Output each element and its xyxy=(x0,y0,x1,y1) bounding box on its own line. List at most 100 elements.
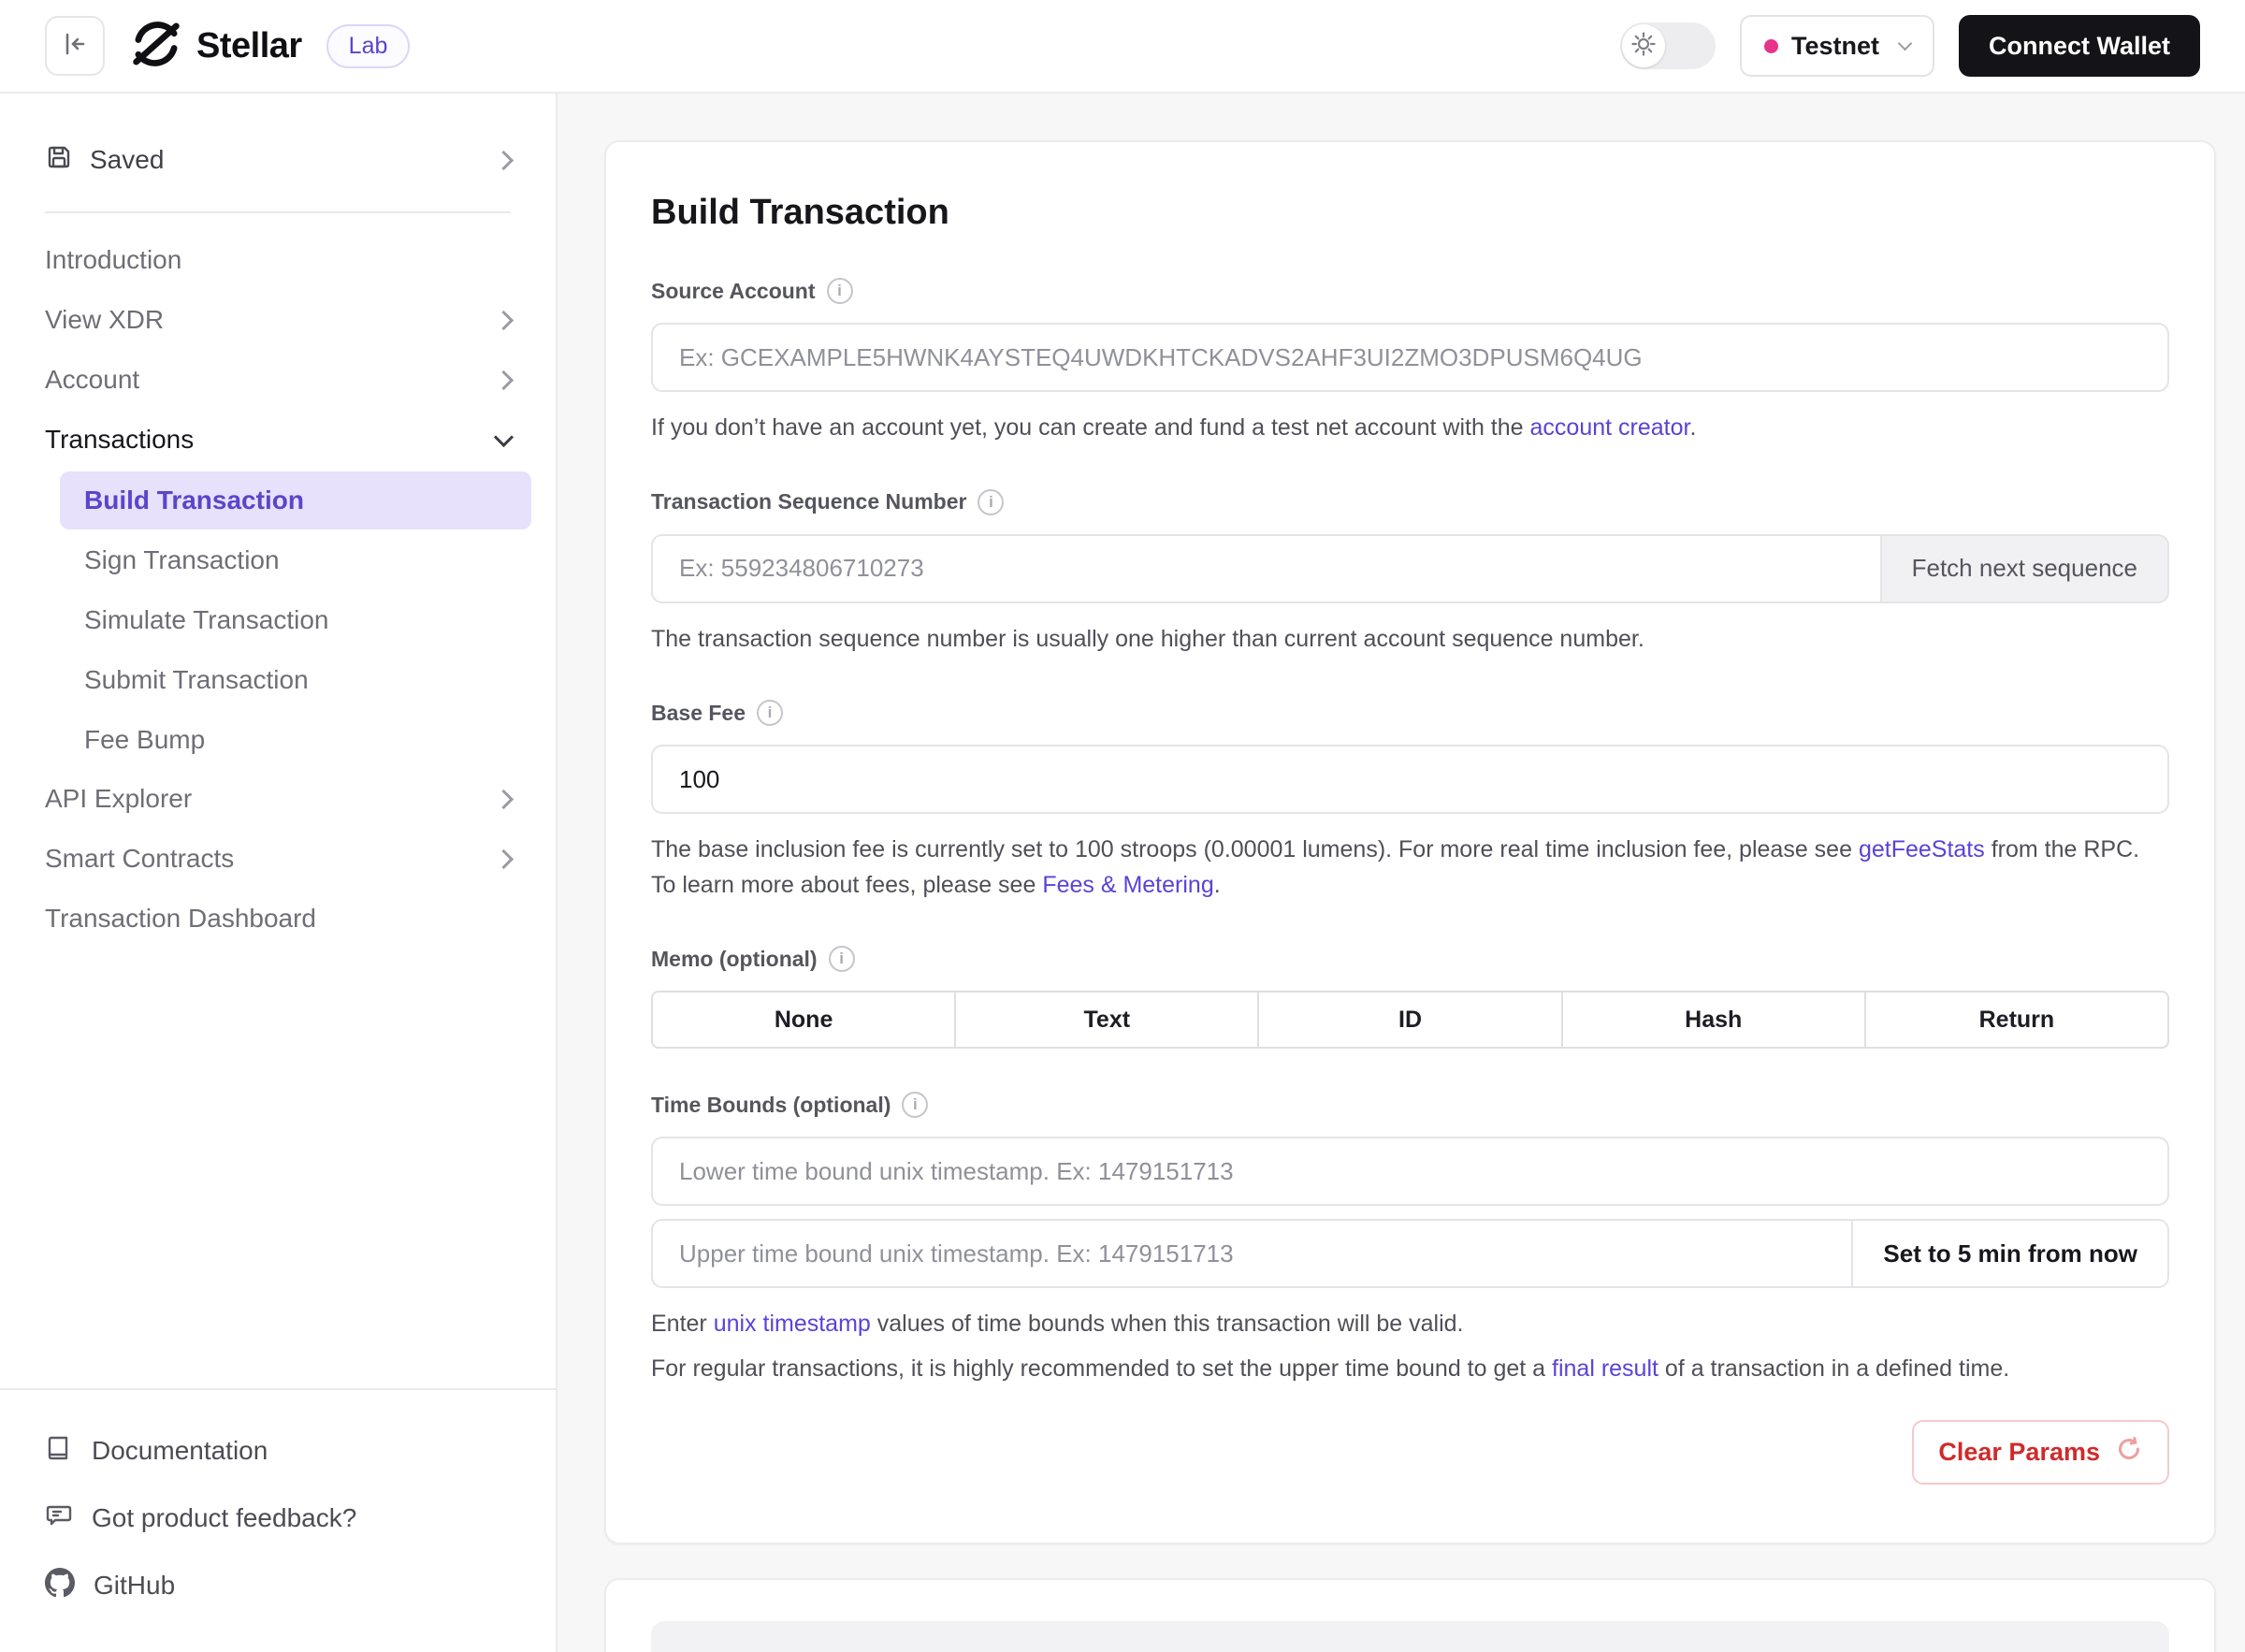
clear-params-label: Clear Params xyxy=(1938,1438,2100,1467)
time-bounds-helper-2: For regular transactions, it is highly r… xyxy=(651,1352,2169,1387)
info-icon[interactable]: i xyxy=(978,489,1004,515)
sidebar-item-label: View XDR xyxy=(45,305,497,335)
sidebar-item-build-transaction[interactable]: Build Transaction xyxy=(60,471,531,529)
base-fee-group: Base Fee i The base inclusion fee is cur… xyxy=(651,700,2169,903)
info-icon[interactable]: i xyxy=(829,946,855,972)
top-header: Stellar Lab Testnet Connect Wallet xyxy=(0,0,2245,94)
sidebar-item-smart-contracts[interactable]: Smart Contracts xyxy=(24,829,531,889)
brand-logo[interactable]: Stellar Lab xyxy=(131,19,410,74)
fetch-next-sequence-button[interactable]: Fetch next sequence xyxy=(1880,536,2167,601)
memo-tab-return[interactable]: Return xyxy=(1864,993,2167,1047)
collapse-sidebar-button[interactable] xyxy=(45,16,105,76)
info-icon[interactable]: i xyxy=(757,700,783,726)
base-fee-input[interactable] xyxy=(651,745,2169,814)
refresh-icon xyxy=(2115,1435,2143,1470)
header-right: Testnet Connect Wallet xyxy=(1620,15,2200,77)
helper-text: . xyxy=(1689,414,1696,441)
chevron-right-icon xyxy=(494,370,514,389)
sidebar-item-label: Saved xyxy=(90,145,480,175)
memo-label: Memo (optional) xyxy=(651,947,818,972)
chevron-right-icon xyxy=(494,789,514,808)
time-bounds-helper-1: Enter unix timestamp values of time boun… xyxy=(651,1307,2169,1342)
memo-tab-hash[interactable]: Hash xyxy=(1561,993,1864,1047)
helper-text: . xyxy=(1214,872,1221,898)
theme-knob xyxy=(1622,24,1665,67)
theme-toggle[interactable] xyxy=(1620,22,1716,69)
sidebar-item-label: Smart Contracts xyxy=(45,844,497,874)
sidebar-footer: Documentation Got product feedback? GitH… xyxy=(0,1388,556,1652)
helper-text: of a transaction in a defined time. xyxy=(1658,1355,2009,1382)
helper-text: The base inclusion fee is currently set … xyxy=(651,836,1859,862)
sidebar-item-transaction-dashboard[interactable]: Transaction Dashboard xyxy=(24,889,531,949)
memo-tab-id[interactable]: ID xyxy=(1257,993,1560,1047)
chevron-right-icon xyxy=(494,150,514,169)
sidebar-divider xyxy=(45,211,511,213)
main-panel: Build Transaction Source Account i If yo… xyxy=(558,94,2245,1652)
helper-text: Enter xyxy=(651,1311,714,1337)
unix-timestamp-link[interactable]: unix timestamp xyxy=(714,1311,871,1337)
helper-text: If you don’t have an account yet, you ca… xyxy=(651,414,1530,441)
network-selector[interactable]: Testnet xyxy=(1740,15,1934,77)
base-fee-helper: The base inclusion fee is currently set … xyxy=(651,833,2169,903)
sidebar-item-account[interactable]: Account xyxy=(24,350,531,410)
sidebar-item-introduction[interactable]: Introduction xyxy=(24,230,531,290)
memo-group: Memo (optional) i None Text ID Hash Retu… xyxy=(651,946,2169,1049)
info-icon[interactable]: i xyxy=(827,278,853,304)
build-transaction-card: Build Transaction Source Account i If yo… xyxy=(604,140,2216,1544)
network-label: Testnet xyxy=(1791,32,1879,61)
time-bounds-group: Time Bounds (optional) i Set to 5 min fr… xyxy=(651,1092,2169,1386)
lab-badge: Lab xyxy=(326,24,411,68)
sequence-input-combo: Fetch next sequence xyxy=(651,534,2169,603)
sidebar-item-api-explorer[interactable]: API Explorer xyxy=(24,769,531,829)
chevron-right-icon xyxy=(494,848,514,868)
sidebar-item-feedback[interactable]: Got product feedback? xyxy=(45,1489,511,1547)
chevron-down-icon xyxy=(1898,36,1913,51)
sidebar-item-github[interactable]: GitHub xyxy=(45,1557,511,1615)
sidebar-item-transactions[interactable]: Transactions xyxy=(24,410,531,470)
sidebar-item-sign-transaction[interactable]: Sign Transaction xyxy=(60,531,531,589)
base-fee-label: Base Fee xyxy=(651,701,746,726)
sidebar-item-fee-bump[interactable]: Fee Bump xyxy=(60,711,531,769)
fees-metering-link[interactable]: Fees & Metering xyxy=(1042,872,1213,898)
github-icon xyxy=(45,1568,75,1604)
header-left: Stellar Lab xyxy=(45,16,410,76)
connect-wallet-button[interactable]: Connect Wallet xyxy=(1959,15,2200,77)
source-account-input[interactable] xyxy=(651,323,2169,392)
clear-params-button[interactable]: Clear Params xyxy=(1912,1420,2169,1485)
memo-tab-text[interactable]: Text xyxy=(954,993,1257,1047)
sidebar-item-label: Build Transaction xyxy=(84,485,304,515)
helper-text: values of time bounds when this transact… xyxy=(871,1311,1464,1337)
sidebar-item-submit-transaction[interactable]: Submit Transaction xyxy=(60,651,531,709)
sidebar-item-view-xdr[interactable]: View XDR xyxy=(24,290,531,350)
info-icon[interactable]: i xyxy=(902,1092,928,1118)
sidebar-item-label: Got product feedback? xyxy=(92,1503,356,1533)
memo-type-tabs: None Text ID Hash Return xyxy=(651,991,2169,1049)
getfeestats-link[interactable]: getFeeStats xyxy=(1859,836,1985,862)
time-bounds-label: Time Bounds (optional) xyxy=(651,1093,891,1118)
account-creator-link[interactable]: account creator xyxy=(1530,414,1690,441)
book-icon xyxy=(45,1434,73,1469)
lower-time-bound-input[interactable] xyxy=(651,1137,2169,1206)
sidebar-item-label: GitHub xyxy=(94,1571,175,1601)
floppy-disk-icon xyxy=(45,143,73,178)
upper-time-bound-input[interactable] xyxy=(653,1221,1851,1286)
memo-tab-none[interactable]: None xyxy=(653,993,954,1047)
sun-icon xyxy=(1630,31,1657,62)
final-result-link[interactable]: final result xyxy=(1552,1355,1658,1382)
speech-bubble-icon xyxy=(45,1501,73,1536)
sidebar-item-saved[interactable]: Saved xyxy=(24,127,531,193)
sidebar-item-label: Transaction Dashboard xyxy=(45,904,511,934)
sidebar-nav: Saved Introduction View XDR Account Tran… xyxy=(0,94,556,949)
collapse-sidebar-icon xyxy=(61,30,89,63)
operations-card: Operation 0 Operation type i Select oper… xyxy=(604,1578,2216,1652)
sequence-label: Transaction Sequence Number xyxy=(651,489,966,514)
source-account-label: Source Account xyxy=(651,279,816,304)
sidebar-item-label: Documentation xyxy=(92,1436,268,1466)
sidebar-item-label: Sign Transaction xyxy=(84,545,280,575)
sequence-input[interactable] xyxy=(653,536,1880,601)
sidebar-item-simulate-transaction[interactable]: Simulate Transaction xyxy=(60,591,531,649)
sidebar-item-label: Fee Bump xyxy=(84,725,205,755)
sidebar-item-documentation[interactable]: Documentation xyxy=(45,1422,511,1480)
sidebar-item-label: API Explorer xyxy=(45,784,497,814)
set-5-min-button[interactable]: Set to 5 min from now xyxy=(1851,1221,2167,1286)
